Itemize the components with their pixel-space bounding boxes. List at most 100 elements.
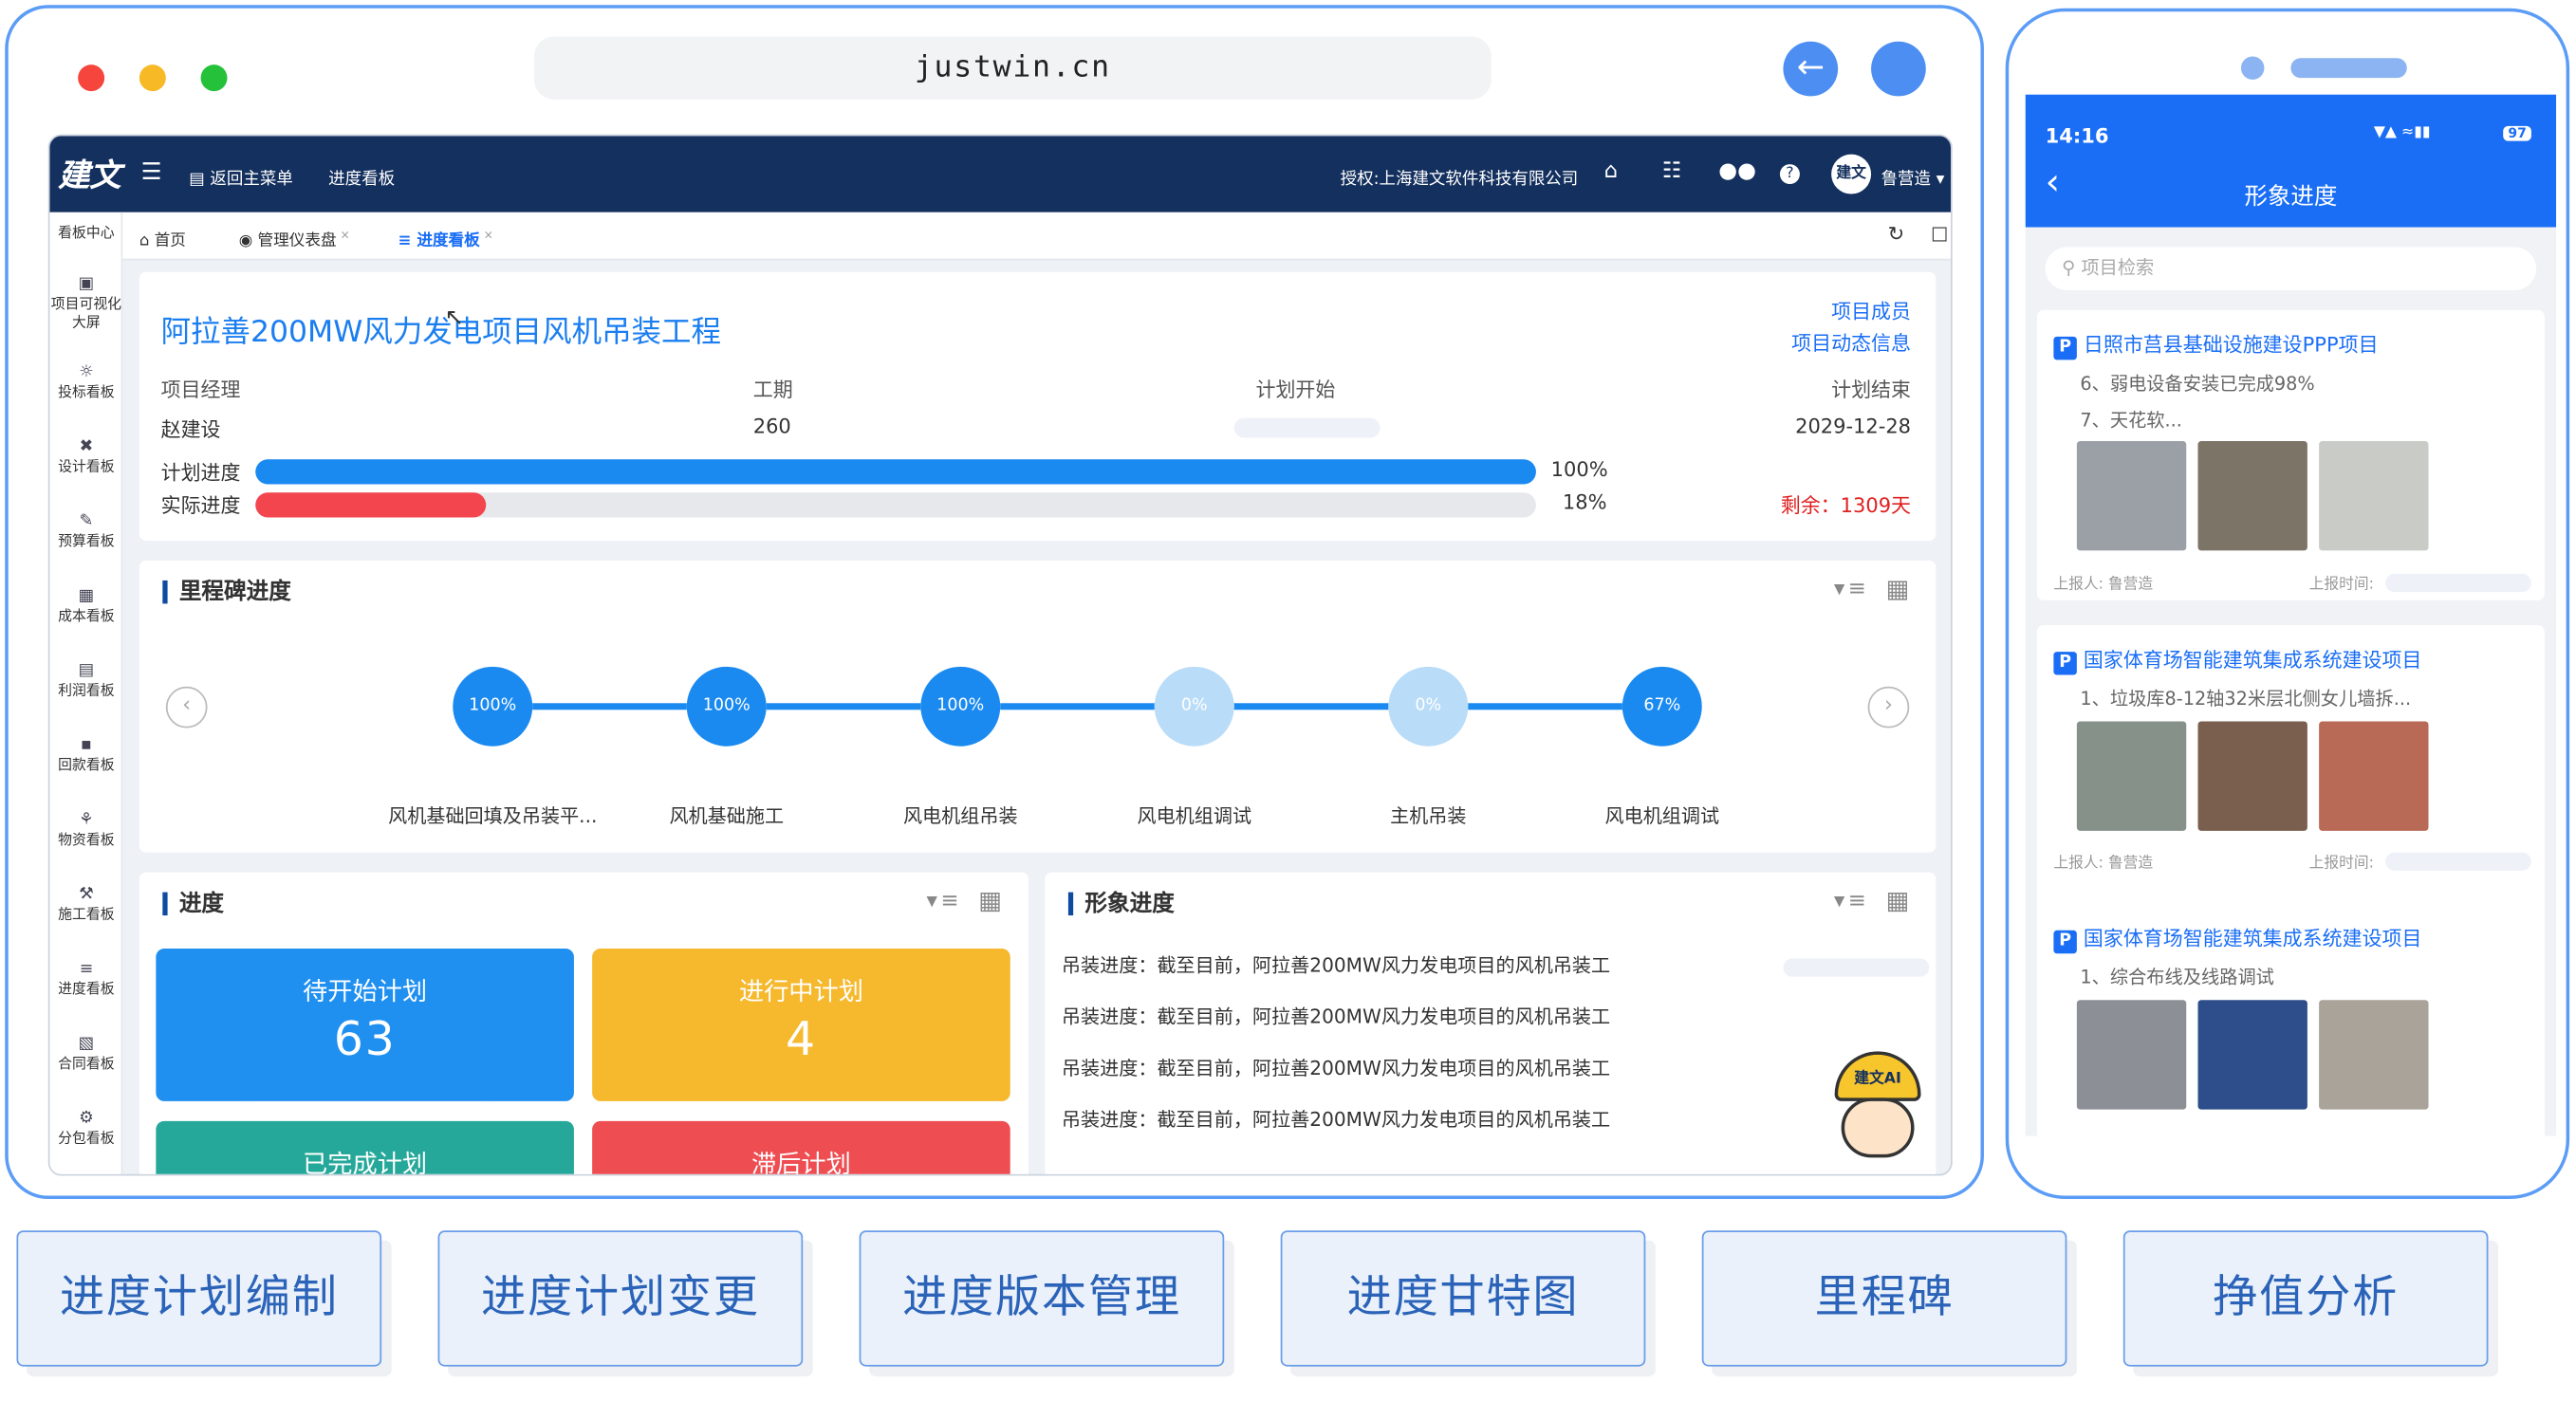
sidebar-icon: ✎ — [79, 512, 94, 531]
sidebar-item[interactable]: ▤ 利润看板 — [49, 662, 122, 702]
sidebar-item[interactable]: ⚒ 施工看板 — [49, 886, 122, 926]
image-progress-line[interactable]: 吊装进度：截至目前，阿拉善200MW风力发电项目的风机吊装工 — [1062, 952, 1610, 979]
refresh-icon[interactable]: ↻ — [1888, 222, 1905, 245]
project-badge-icon: P — [2053, 336, 2077, 360]
sidebar-item[interactable]: ✖ 设计看板 — [49, 438, 122, 478]
ai-assistant-mascot[interactable]: 建文AI — [1825, 1051, 1931, 1160]
minimize-window-dot[interactable] — [139, 65, 166, 92]
phone-feed-item[interactable]: P 国家体育场智能建筑集成系统建设项目 1、综合布线及线路调试 — [2036, 903, 2545, 1136]
sidebar-item-label: 分包看板 — [58, 1131, 115, 1148]
milestone-circle[interactable]: 0% — [1154, 666, 1234, 747]
menu-icon[interactable]: ☰ — [141, 159, 162, 186]
milestone-connector — [1233, 703, 1389, 710]
home-icon[interactable]: ⌂ — [1604, 159, 1618, 184]
user-name[interactable]: 鲁营造 ▾ — [1881, 164, 1945, 189]
wechat-icon[interactable]: ●● — [1718, 159, 1756, 184]
image-progress-line[interactable]: 吊装进度：截至目前，阿拉善200MW风力发电项目的风机吊装工 — [1062, 1004, 1610, 1030]
arrow-left-icon[interactable]: ← — [1783, 41, 1839, 97]
back-main-menu-link[interactable]: ▤ 返回主菜单 — [189, 164, 293, 189]
chart-icon: ▤ — [189, 171, 205, 190]
sidebar-item-label: 投标看板 — [58, 384, 115, 402]
nav-progress-board[interactable]: 进度看板 — [328, 164, 395, 189]
org-chart-icon[interactable]: ☷ — [1662, 159, 1681, 184]
progress-tile-value: 4 — [785, 1011, 817, 1067]
list-view-icon[interactable]: ▾≡ — [1834, 577, 1869, 601]
sidebar: 看板中心 ▣ 项目可视化大屏 ☼ 投标看板 ✖ 设计看板 ✎ 预算看板 ▦ 成本看板 ▤ 利润看板 ▪ 回款… — [49, 212, 123, 1174]
feature-button[interactable]: 里程碑 — [1701, 1230, 2067, 1367]
sidebar-item[interactable]: ≡ 进度看板 — [49, 960, 122, 1000]
project-dynamics-link[interactable]: 项目动态信息 — [1791, 328, 1911, 357]
project-members-link[interactable]: 项目成员 — [1831, 297, 1911, 325]
feature-button[interactable]: 挣值分析 — [2122, 1230, 2489, 1367]
sidebar-item[interactable]: ☼ 投标看板 — [49, 363, 122, 403]
progress-tile[interactable]: 进行中计划 4 — [592, 949, 1010, 1101]
feature-button[interactable]: 进度计划编制 — [16, 1230, 382, 1367]
site-photo[interactable] — [2197, 721, 2307, 831]
milestone-connector — [532, 703, 687, 710]
caret-down-icon: ▾ — [1936, 171, 1945, 190]
grid-view-icon[interactable]: ▦ — [1885, 574, 1912, 603]
milestone-circle[interactable]: 100% — [920, 666, 1001, 747]
site-photo[interactable] — [2076, 1000, 2187, 1110]
feature-button[interactable]: 进度版本管理 — [859, 1230, 1225, 1367]
plan-end-label: 计划结束 — [1831, 378, 1912, 402]
fullscreen-icon[interactable]: □ — [1931, 222, 1948, 244]
tab-home-label: 首页 — [154, 231, 186, 250]
close-icon[interactable]: × — [480, 229, 493, 242]
sidebar-item[interactable]: 看板中心 — [49, 226, 122, 244]
help-icon[interactable]: ? — [1779, 164, 1800, 185]
next-arrow-icon[interactable]: › — [1867, 686, 1910, 728]
list-view-icon[interactable]: ▾≡ — [1834, 889, 1869, 913]
tab-dashboard[interactable]: ◉ 管理仪表盘 × — [239, 228, 350, 250]
sidebar-item[interactable]: ▧ 合同看板 — [49, 1035, 122, 1075]
project-search-input[interactable]: ⚲ 项目检索 — [2045, 247, 2537, 290]
sidebar-item[interactable]: ▦ 成本看板 — [49, 587, 122, 627]
avatar[interactable]: 建文 — [1831, 154, 1872, 194]
site-photo[interactable] — [2319, 441, 2429, 551]
grid-view-icon[interactable]: ▦ — [1885, 886, 1912, 915]
site-photo[interactable] — [2197, 1000, 2307, 1110]
maximize-window-dot[interactable] — [200, 65, 228, 92]
progress-tile[interactable]: 已完成计划 — [156, 1120, 574, 1174]
tab-progress[interactable]: ≡ 进度看板 × — [398, 228, 493, 250]
sidebar-item[interactable]: ▣ 项目可视化大屏 — [49, 275, 122, 333]
progress-tile[interactable]: 待开始计划 63 — [156, 949, 574, 1101]
phone-feed-item[interactable]: P 日照市莒县基础设施建设PPP项目 6、弱电设备安装已完成98% 7、天花软... 上… — [2036, 309, 2545, 600]
sidebar-icon: ✖ — [79, 437, 94, 456]
top-navbar: 建文 ☰ ▤ 返回主菜单 进度看板 授权:上海建文软件科技有限公司 ⌂ ☷ ●●… — [49, 136, 1952, 212]
close-window-dot[interactable] — [78, 65, 105, 92]
profile-circle-button[interactable] — [1871, 41, 1926, 97]
image-progress-line[interactable]: 吊装进度：截至目前，阿拉善200MW风力发电项目的风机吊装工 — [1062, 1106, 1610, 1133]
sidebar-item[interactable]: ✎ 预算看板 — [49, 512, 122, 552]
list-view-icon[interactable]: ▾≡ — [927, 889, 962, 913]
image-progress-line[interactable]: 吊装进度：截至目前，阿拉善200MW风力发电项目的风机吊装工 — [1062, 1055, 1610, 1081]
page-title: 阿拉善200MW风力发电项目风机吊装工程 — [160, 315, 721, 350]
sidebar-item[interactable]: ▪ 回款看板 — [49, 736, 122, 776]
close-icon[interactable]: × — [337, 229, 350, 242]
prev-arrow-icon[interactable]: ‹ — [165, 686, 208, 728]
site-photo[interactable] — [2076, 721, 2187, 831]
site-photo[interactable] — [2197, 441, 2307, 551]
progress-tile[interactable]: 滞后计划 — [592, 1120, 1010, 1174]
phone-page-title: 形象进度 — [2244, 184, 2338, 212]
grid-view-icon[interactable]: ▦ — [978, 886, 1005, 915]
site-photo[interactable] — [2319, 721, 2429, 831]
feature-button[interactable]: 进度甘特图 — [1280, 1230, 1646, 1367]
sidebar-item-label: 回款看板 — [58, 757, 115, 775]
phone-item-line: 1、垃圾库8-12轴32米层北侧女儿墙拆... — [2080, 688, 2412, 710]
milestone-circle[interactable]: 0% — [1388, 666, 1469, 747]
plan-start-placeholder — [1233, 417, 1381, 438]
milestone-circle[interactable]: 100% — [453, 666, 533, 747]
feature-button[interactable]: 进度计划变更 — [437, 1230, 804, 1367]
milestone-circle[interactable]: 67% — [1622, 666, 1702, 747]
url-bar[interactable]: justwin.cn — [533, 36, 1492, 100]
milestone-circle[interactable]: 100% — [686, 666, 767, 747]
tab-dashboard-label: 管理仪表盘 — [257, 231, 337, 250]
sidebar-item[interactable]: ⚙ 分包看板 — [49, 1110, 122, 1150]
phone-feed-item[interactable]: P 国家体育场智能建筑集成系统建设项目 1、垃圾库8-12轴32米层北侧女儿墙拆..… — [2036, 625, 2545, 916]
sidebar-item[interactable]: ⚘ 物资看板 — [49, 811, 122, 851]
site-photo[interactable] — [2076, 441, 2187, 551]
site-photo[interactable] — [2319, 1000, 2429, 1110]
phone-item-title: P 日照市莒县基础设施建设PPP项目 — [2053, 330, 2379, 360]
tab-home[interactable]: ⌂ 首页 — [139, 228, 186, 250]
